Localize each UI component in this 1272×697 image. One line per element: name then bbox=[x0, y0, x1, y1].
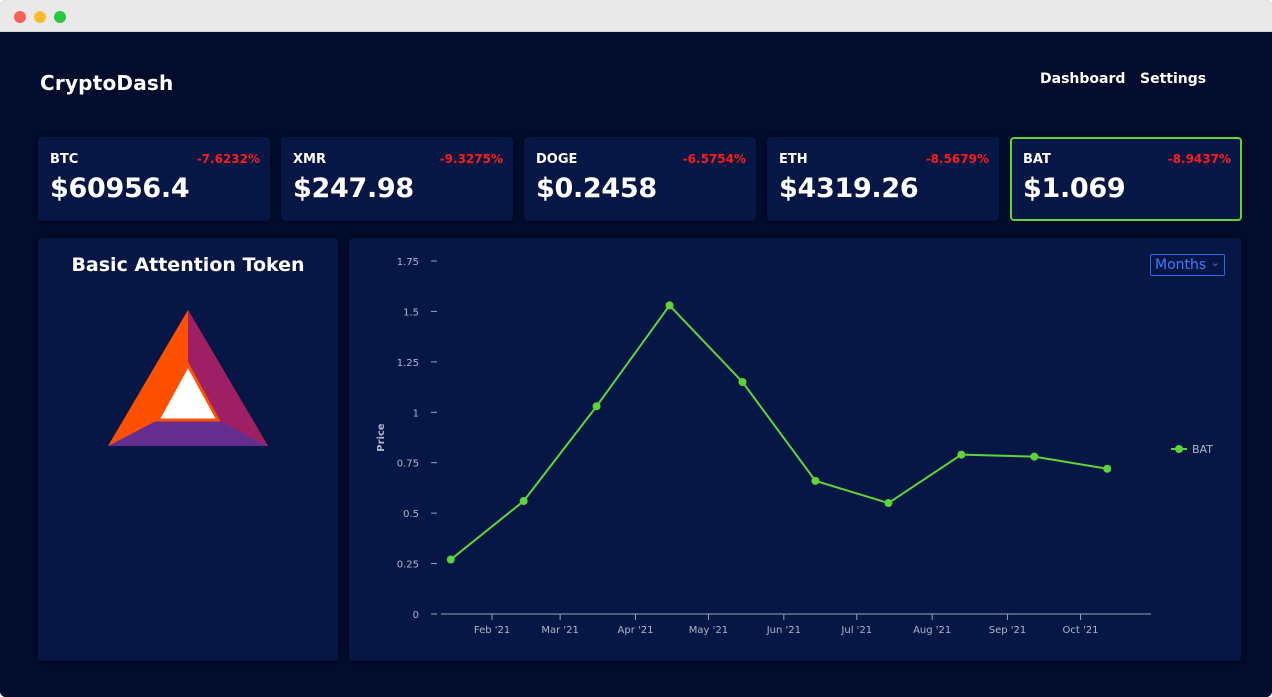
data-point bbox=[957, 450, 966, 459]
y-tick-label: 1.75 bbox=[397, 257, 419, 268]
token-info-panel: Basic Attention Token bbox=[38, 238, 338, 661]
dashboard-app: CryptoDash Dashboard Settings BTC -7.623… bbox=[0, 33, 1272, 697]
x-tick-label: May '21 bbox=[689, 625, 728, 636]
data-point bbox=[446, 555, 455, 564]
bat-logo-icon bbox=[108, 310, 268, 446]
x-tick-label: Oct '21 bbox=[1063, 625, 1099, 636]
ticker-price: $247.98 bbox=[293, 173, 414, 204]
legend-label: BAT bbox=[1192, 443, 1213, 456]
y-tick-label: 0.25 bbox=[397, 560, 419, 571]
brand-logo-text[interactable]: CryptoDash bbox=[40, 71, 173, 95]
data-point bbox=[811, 476, 820, 485]
x-tick-label: Mar '21 bbox=[541, 625, 579, 636]
x-tick-label: Feb '21 bbox=[474, 625, 510, 636]
ticker-change: -7.6232% bbox=[196, 152, 260, 166]
ticker-card-eth[interactable]: ETH -8.5679% $4319.26 bbox=[767, 137, 999, 221]
ticker-price: $60956.4 bbox=[50, 173, 190, 204]
x-tick-label: Aug '21 bbox=[913, 625, 951, 636]
y-tick-label: 1 bbox=[413, 408, 419, 419]
data-point bbox=[884, 499, 893, 508]
price-chart-panel: Months ⌄ 0 0.25 0.5 0.75 1 1.25 1.5 1.75 Feb '21… bbox=[349, 238, 1241, 661]
nav-settings-link[interactable]: Settings bbox=[1140, 71, 1206, 87]
close-window-button[interactable] bbox=[14, 11, 26, 23]
legend-marker bbox=[1175, 445, 1183, 453]
price-line-chart: 0 0.25 0.5 0.75 1 1.25 1.5 1.75 Feb '21 Mar '21 Ap… bbox=[376, 257, 1213, 636]
x-tick-label: Jul '21 bbox=[840, 625, 872, 636]
ticker-change: -9.3275% bbox=[439, 152, 503, 166]
data-point bbox=[738, 378, 747, 387]
app-window: CryptoDash Dashboard Settings BTC -7.623… bbox=[0, 0, 1272, 697]
ticker-card-xmr[interactable]: XMR -9.3275% $247.98 bbox=[281, 137, 513, 221]
data-point bbox=[1030, 452, 1039, 461]
ticker-card-doge[interactable]: DOGE -6.5754% $0.2458 bbox=[524, 137, 756, 221]
ticker-symbol: XMR bbox=[293, 152, 326, 167]
y-tick-label: 0.75 bbox=[397, 459, 419, 470]
data-point bbox=[592, 402, 601, 411]
nav-dashboard-link[interactable]: Dashboard bbox=[1040, 71, 1125, 87]
series-line-bat bbox=[450, 303, 1108, 561]
data-point bbox=[1103, 464, 1112, 473]
ticker-change: -8.9437% bbox=[1167, 152, 1231, 166]
data-point bbox=[665, 301, 674, 310]
x-tick-label: Sep '21 bbox=[989, 625, 1026, 636]
ticker-symbol: BAT bbox=[1023, 152, 1051, 167]
ticker-card-bat[interactable]: BAT -8.9437% $1.069 bbox=[1010, 137, 1242, 221]
ticker-change: -6.5754% bbox=[682, 152, 746, 166]
maximize-window-button[interactable] bbox=[54, 11, 66, 23]
y-tick-label: 0.5 bbox=[403, 509, 419, 520]
y-tick-label: 1.25 bbox=[397, 358, 419, 369]
y-axis-label: Price bbox=[376, 423, 387, 452]
ticker-symbol: ETH bbox=[779, 152, 808, 167]
x-tick-label: Jun '21 bbox=[766, 625, 801, 636]
ticker-symbol: BTC bbox=[50, 152, 79, 167]
ticker-price: $1.069 bbox=[1023, 173, 1126, 204]
ticker-change: -8.5679% bbox=[925, 152, 989, 166]
ticker-price: $4319.26 bbox=[779, 173, 919, 204]
y-tick-label: 0 bbox=[413, 610, 419, 621]
data-point bbox=[519, 497, 528, 506]
token-name: Basic Attention Token bbox=[71, 254, 305, 276]
minimize-window-button[interactable] bbox=[34, 11, 46, 23]
ticker-card-btc[interactable]: BTC -7.6232% $60956.4 bbox=[38, 137, 270, 221]
ticker-symbol: DOGE bbox=[536, 152, 578, 167]
x-tick-label: Apr '21 bbox=[618, 625, 654, 636]
ticker-price: $0.2458 bbox=[536, 173, 657, 204]
y-tick-label: 1.5 bbox=[403, 307, 419, 318]
title-bar bbox=[0, 0, 1272, 32]
